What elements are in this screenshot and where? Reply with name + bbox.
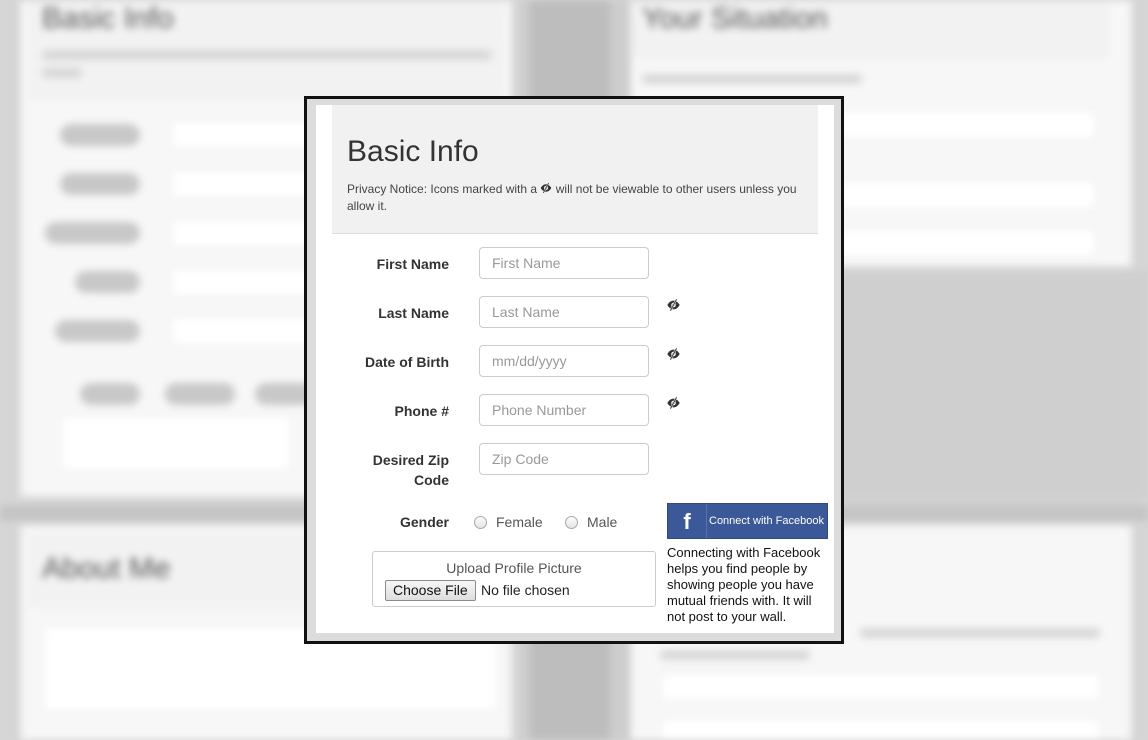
first-name-label: First Name — [376, 256, 449, 272]
bg-input — [60, 415, 292, 472]
phone-label: Phone # — [394, 403, 449, 419]
dob-input[interactable] — [479, 345, 649, 377]
gender-male-label: Male — [587, 514, 618, 530]
modal-body: Basic Info Privacy Notice: Icons marked … — [316, 105, 834, 633]
bg-right-heading: Your Situation — [642, 2, 828, 35]
choose-file-button[interactable]: Choose File — [385, 580, 476, 601]
modal-header: Basic Info Privacy Notice: Icons marked … — [332, 105, 818, 234]
eye-slash-icon — [666, 298, 681, 312]
eye-slash-icon — [540, 182, 552, 194]
last-name-label: Last Name — [378, 305, 449, 321]
bg-label — [60, 173, 140, 195]
bg-line — [660, 650, 810, 660]
profile-picture-upload: Upload Profile Picture Choose File No fi… — [372, 551, 656, 607]
connect-facebook-button[interactable]: f Connect with Facebook — [667, 503, 828, 539]
basic-info-modal: Basic Info Privacy Notice: Icons marked … — [304, 96, 844, 644]
bg-line — [642, 74, 862, 84]
eye-slash-icon — [666, 396, 681, 410]
bg-input — [660, 718, 1102, 740]
eye-slash-icon — [666, 347, 681, 361]
gender-female-option[interactable]: Female — [474, 514, 543, 530]
privacy-notice-prefix: Privacy Notice: Icons marked with a — [347, 182, 538, 196]
zip-label-line1: Desired Zip — [372, 452, 449, 468]
zip-label: Desired Zip Code — [319, 450, 449, 490]
bg-line — [860, 628, 1100, 638]
modal-title: Basic Info — [347, 135, 479, 168]
file-status: No file chosen — [481, 582, 570, 598]
upload-title: Upload Profile Picture — [446, 560, 582, 576]
gender-male-option[interactable]: Male — [565, 514, 617, 530]
gender-female-radio[interactable] — [474, 515, 487, 529]
bg-label — [55, 320, 140, 342]
last-name-input[interactable] — [479, 296, 649, 328]
bg-label — [75, 271, 140, 293]
bg-label — [45, 222, 140, 244]
bg-bottom-heading: About Me — [42, 552, 171, 585]
gender-female-label: Female — [496, 514, 543, 530]
bg-label — [80, 383, 140, 405]
bg-line — [42, 68, 82, 78]
gender-label: Gender — [399, 514, 449, 530]
privacy-notice: Privacy Notice: Icons marked with a will… — [347, 181, 817, 215]
gender-male-radio[interactable] — [565, 515, 578, 529]
zip-label-line2: Code — [414, 472, 449, 488]
bg-left-heading: Basic Info — [42, 2, 174, 35]
connect-facebook-label: Connect with Facebook — [709, 515, 824, 527]
bg-input — [660, 672, 1102, 702]
zip-input[interactable] — [479, 443, 649, 475]
bg-label — [60, 124, 140, 146]
phone-input[interactable] — [479, 394, 649, 426]
first-name-input[interactable] — [479, 247, 649, 279]
bg-line — [42, 50, 492, 60]
bg-label — [165, 383, 235, 405]
dob-label: Date of Birth — [365, 354, 449, 370]
facebook-description: Connecting with Facebook helps you find … — [667, 545, 821, 624]
facebook-icon: f — [668, 504, 707, 538]
